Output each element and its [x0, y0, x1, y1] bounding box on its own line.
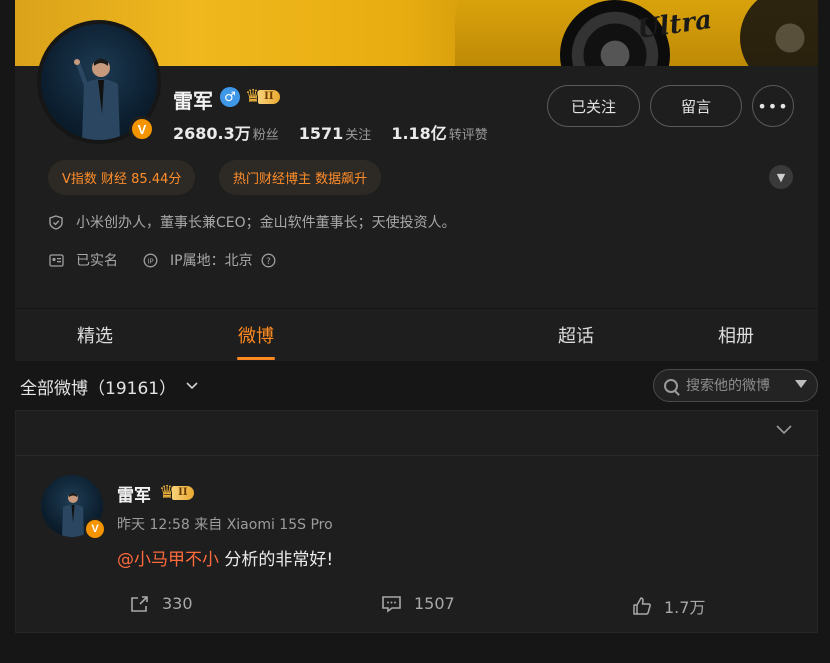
message-button[interactable]: 留言 — [650, 85, 742, 127]
help-icon[interactable]: ? — [261, 252, 277, 268]
shield-icon — [48, 214, 64, 230]
id-card-icon — [48, 252, 64, 268]
thumbs-up-icon — [633, 596, 651, 615]
vip-crown-badge[interactable]: ♛ II — [245, 87, 280, 107]
tab-super-topic[interactable]: 超话 — [496, 309, 656, 361]
cover-wheel-rear — [740, 0, 818, 66]
person-figure — [62, 493, 84, 537]
tab-album[interactable]: 相册 — [656, 309, 816, 361]
tab-weibo[interactable]: 微博 — [176, 309, 336, 361]
tab-featured[interactable]: 精选 — [15, 309, 175, 361]
divider — [16, 455, 819, 456]
profile-card: Ultra V 雷军 ♂ ♛ II 2680.3万 粉丝 1571 关注 1.18亿… — [15, 0, 818, 308]
like-button[interactable]: 1.7万 — [632, 594, 705, 618]
repost-count: 330 — [162, 594, 193, 613]
comment-count: 1507 — [414, 594, 455, 613]
post-author-name[interactable]: 雷军 — [117, 481, 151, 506]
ip-icon: IP — [142, 252, 158, 268]
post-text: @小马甲不小 分析的非常好! — [117, 545, 333, 570]
weibo-post-card: V 雷军 ♛ II 昨天 12:58 来自 Xiaomi 15S Pro @小马… — [15, 410, 819, 633]
like-count: 1.7万 — [664, 598, 706, 617]
comment-icon — [382, 595, 401, 613]
weibo-filter-dropdown[interactable]: 全部微博（19161） — [20, 371, 198, 401]
post-menu-chevron-icon[interactable] — [776, 423, 792, 439]
mention-link[interactable]: @小马甲不小 — [117, 550, 219, 570]
search-icon — [664, 378, 678, 393]
active-tab-underline — [237, 357, 275, 360]
ip-location: IP属地：北京 — [170, 253, 253, 269]
identity-row: 已实名 IP IP属地：北京 ? — [48, 250, 277, 270]
post-body: 分析的非常好! — [219, 550, 334, 570]
post-meta[interactable]: 昨天 12:58 来自 Xiaomi 15S Pro — [117, 514, 333, 534]
vip-level: II — [172, 486, 194, 500]
profile-avatar[interactable]: V — [37, 20, 161, 144]
bio-row: 小米创办人，董事长兼CEO；金山软件董事长；天使投资人。 — [48, 212, 456, 232]
v-index-tag[interactable]: V指数 财经 85.44分 — [48, 160, 196, 195]
weibo-search[interactable] — [653, 369, 818, 402]
hot-blogger-tag[interactable]: 热门财经博主 数据飙升 — [219, 160, 382, 195]
svg-text:IP: IP — [147, 257, 153, 265]
profile-name: 雷军 — [173, 89, 213, 113]
verified-name-label: 已实名 — [76, 253, 118, 269]
search-input[interactable] — [686, 377, 790, 394]
repost-icon — [131, 595, 148, 612]
expand-profile-icon[interactable]: ▼ — [769, 165, 793, 189]
search-dropdown-caret-icon[interactable] — [795, 380, 807, 388]
chevron-down-icon — [186, 379, 198, 393]
person-figure — [74, 58, 120, 140]
more-options-button[interactable]: ••• — [752, 85, 794, 127]
verified-v-icon: V — [129, 116, 155, 142]
stat-fans[interactable]: 2680.3万 粉丝 — [173, 120, 279, 144]
vip-level: II — [258, 90, 280, 104]
bio-text: 小米创办人，董事长兼CEO；金山软件董事长；天使投资人。 — [76, 215, 456, 231]
filter-label: 全部微博（19161） — [20, 378, 177, 399]
stat-following[interactable]: 1571 关注 — [299, 124, 372, 143]
repost-button[interactable]: 330 — [130, 594, 193, 613]
male-gender-icon: ♂ — [220, 87, 240, 107]
comment-button[interactable]: 1507 — [381, 594, 455, 613]
vip-crown-badge[interactable]: ♛ II — [159, 483, 194, 503]
following-button[interactable]: 已关注 — [547, 85, 640, 127]
profile-stats: 2680.3万 粉丝 1571 关注 1.18亿 转评赞 — [173, 120, 488, 144]
svg-text:?: ? — [266, 257, 271, 267]
verified-v-icon: V — [84, 518, 106, 540]
stat-engagement: 1.18亿 转评赞 — [391, 124, 488, 143]
profile-tabs: 精选 微博 超话 相册 — [15, 309, 818, 361]
